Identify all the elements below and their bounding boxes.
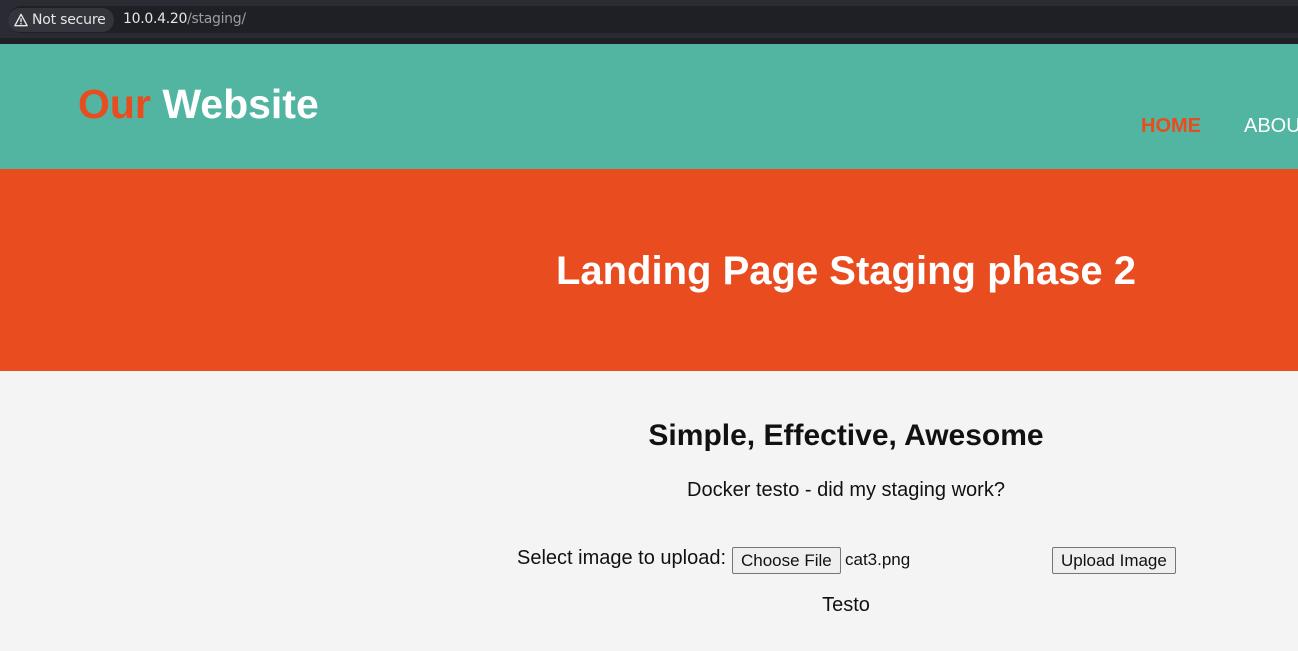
logo-main-text: Website bbox=[162, 81, 319, 127]
hero-title: Landing Page Staging phase 2 bbox=[555, 249, 1137, 293]
hero-banner: Landing Page Staging phase 2 bbox=[0, 169, 1298, 371]
nav-item-home[interactable]: HOME bbox=[1141, 114, 1201, 138]
upload-label: Select image to upload: bbox=[517, 547, 727, 569]
selected-file-name: cat3.png bbox=[845, 550, 911, 569]
browser-address-bar: Not secure 10.0.4.20/staging/ bbox=[0, 0, 1298, 44]
url-host: 10.0.4.20 bbox=[123, 11, 188, 27]
security-label: Not secure bbox=[32, 12, 106, 28]
choose-file-button[interactable]: Choose File bbox=[732, 547, 841, 574]
url-path: /staging/ bbox=[187, 11, 246, 27]
content-section: Simple, Effective, Awesome Docker testo … bbox=[0, 371, 1298, 651]
security-indicator[interactable]: Not secure bbox=[8, 8, 114, 32]
section-text: Docker testo - did my staging work? bbox=[687, 479, 1005, 501]
nav-item-about[interactable]: ABOUT bbox=[1244, 114, 1298, 138]
upload-image-button[interactable]: Upload Image bbox=[1052, 547, 1176, 574]
site-logo[interactable]: Our Website bbox=[78, 81, 319, 127]
url-text[interactable]: 10.0.4.20/staging/ bbox=[123, 11, 246, 27]
upload-result-text: Testo bbox=[822, 594, 870, 616]
logo-accent-text: Our bbox=[78, 81, 151, 127]
section-title: Simple, Effective, Awesome bbox=[648, 419, 1044, 452]
site-header: Our Website HOME ABOUT bbox=[0, 44, 1298, 169]
main-nav: HOME ABOUT bbox=[1141, 114, 1298, 138]
warning-triangle-icon bbox=[14, 13, 28, 27]
